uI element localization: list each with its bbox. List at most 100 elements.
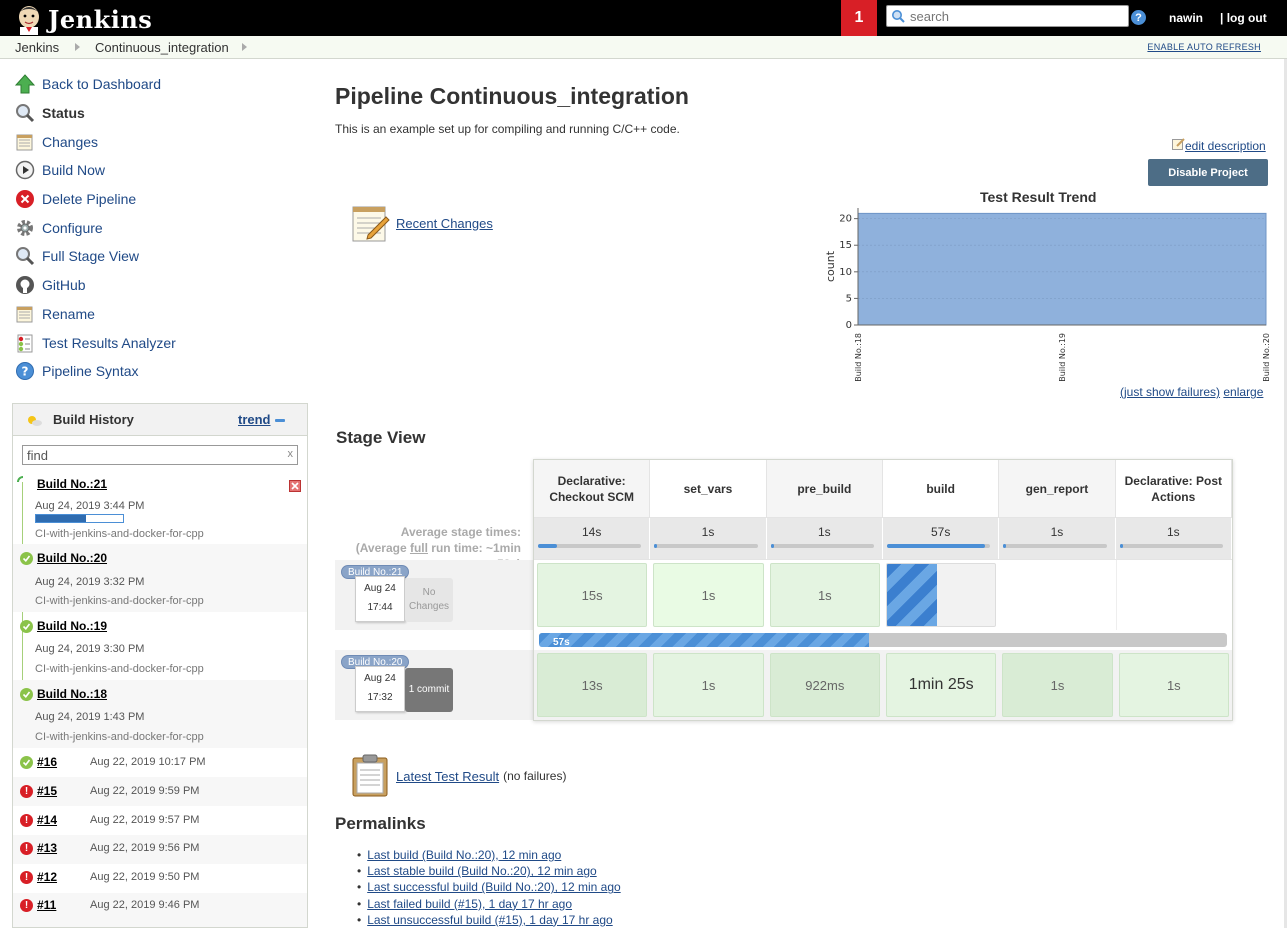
task-changes[interactable]: Changes	[14, 127, 304, 156]
permalink-last-unsuccessful[interactable]: Last unsuccessful build (#15), 1 day 17 …	[367, 913, 612, 927]
avg-time-cell: 1s	[767, 518, 883, 559]
build-link[interactable]: #15	[37, 784, 57, 798]
stage-cell[interactable]: 1s	[650, 560, 766, 630]
build-link[interactable]: Build No.:18	[37, 687, 107, 701]
success-icon	[20, 688, 33, 701]
enlarge-link[interactable]: enlarge	[1223, 385, 1263, 399]
latest-test-result-link[interactable]: Latest Test Result	[396, 769, 499, 784]
task-label[interactable]: Build Now	[42, 162, 105, 178]
stage-cell[interactable]: 922ms	[767, 650, 883, 720]
task-label[interactable]: Delete Pipeline	[42, 191, 136, 207]
breadcrumb-job[interactable]: Continuous_integration	[95, 40, 229, 55]
edit-description-link[interactable]: edit description	[1185, 139, 1266, 153]
run-date: Aug 24 17:44	[355, 576, 405, 622]
task-configure[interactable]: Configure	[14, 213, 304, 242]
permalink-last-successful[interactable]: Last successful build (Build No.:20), 12…	[367, 880, 620, 894]
stage-header: build	[883, 460, 1000, 517]
task-label[interactable]: Changes	[42, 134, 98, 150]
task-back-to-dashboard[interactable]: Back to Dashboard	[14, 70, 304, 99]
stage-cell[interactable]: 1s	[650, 650, 766, 720]
task-label[interactable]: Status	[42, 105, 85, 121]
task-full-stage-view[interactable]: Full Stage View	[14, 242, 304, 271]
build-link[interactable]: Build No.:20	[37, 551, 107, 565]
build-link[interactable]: Build No.:19	[37, 619, 107, 633]
chart-y-tick-label: 10	[839, 267, 852, 278]
run-summary-21[interactable]: Build No.:21 Aug 24 17:44 No Changes	[335, 560, 533, 630]
permalink-item: Last stable build (Build No.:20), 12 min…	[357, 863, 621, 879]
chart-title: Test Result Trend	[980, 189, 1097, 205]
notepad-icon	[14, 303, 36, 325]
user-link[interactable]: nawin	[1169, 11, 1203, 25]
task-label[interactable]: GitHub	[42, 277, 86, 293]
help-icon[interactable]: ?	[1131, 10, 1146, 25]
task-pipeline-syntax[interactable]: ? Pipeline Syntax	[14, 357, 304, 386]
latest-test-result: Latest Test Result (no failures)	[350, 754, 566, 798]
permalink-last-failed[interactable]: Last failed build (#15), 1 day 17 hr ago	[367, 897, 572, 911]
build-filter-input[interactable]	[23, 446, 278, 464]
notification-badge[interactable]: 1	[841, 0, 877, 36]
stage-header: gen_report	[999, 460, 1116, 517]
avg-time: 57s	[930, 525, 951, 539]
failure-icon: !	[20, 842, 33, 855]
task-label[interactable]: Rename	[42, 306, 95, 322]
run-summary-20[interactable]: Build No.:20 Aug 24 17:32 1 commit	[335, 650, 533, 720]
jenkins-logo[interactable]: Jenkins	[14, 2, 152, 36]
avg-run-full: full	[409, 541, 428, 555]
breadcrumb-chevron-icon[interactable]	[242, 43, 247, 51]
stage-cell[interactable]: 15s	[534, 560, 650, 630]
task-status[interactable]: Status	[14, 99, 304, 128]
stage-duration: 1min 25s	[885, 653, 997, 717]
search-input[interactable]	[908, 7, 1123, 25]
build-link[interactable]: #14	[37, 813, 57, 827]
stage-duration: 1s	[653, 563, 764, 627]
run-date-time: 17:44	[367, 602, 393, 613]
breadcrumb-chevron-icon[interactable]	[75, 43, 80, 51]
build-link[interactable]: #16	[37, 755, 57, 769]
stage-cell[interactable]: 1min 25s	[883, 650, 999, 720]
permalink-last-build[interactable]: Last build (Build No.:20), 12 min ago	[367, 848, 561, 862]
build-row-11: ! #11 Aug 22, 2019 9:46 PM	[13, 893, 307, 927]
run-changes[interactable]: 1 commit	[405, 668, 453, 712]
task-label[interactable]: Configure	[42, 220, 103, 236]
task-label[interactable]: Back to Dashboard	[42, 76, 161, 92]
task-label[interactable]: Test Results Analyzer	[42, 335, 176, 351]
avg-time-cell: 1s	[1116, 518, 1232, 559]
task-github[interactable]: GitHub	[14, 271, 304, 300]
build-row-16: #16 Aug 22, 2019 10:17 PM	[13, 748, 307, 777]
stage-cell[interactable]: 13s	[534, 650, 650, 720]
stage-cell[interactable]: 1s	[767, 560, 883, 630]
task-label[interactable]: Full Stage View	[42, 248, 139, 264]
breadcrumb-jenkins[interactable]: Jenkins	[15, 40, 59, 55]
build-link[interactable]: #13	[37, 841, 57, 855]
stage-cell[interactable]: 1s	[1116, 650, 1232, 720]
build-link[interactable]: #12	[37, 870, 57, 884]
search-box[interactable]	[886, 5, 1129, 27]
disable-project-button[interactable]: Disable Project	[1148, 159, 1268, 186]
task-rename[interactable]: Rename	[14, 300, 304, 329]
avg-bar-fill	[886, 544, 986, 548]
page-title: Pipeline Continuous_integration	[335, 83, 689, 109]
abort-build-icon[interactable]	[289, 480, 301, 492]
just-show-failures-link[interactable]: (just show failures)	[1120, 385, 1220, 399]
magnifier-icon	[14, 102, 36, 124]
build-link[interactable]: Build No.:21	[37, 477, 107, 491]
collapse-icon[interactable]	[275, 419, 285, 422]
build-date: Aug 22, 2019 9:56 PM	[90, 842, 200, 854]
recent-changes-link[interactable]: Recent Changes	[396, 216, 493, 231]
task-test-results-analyzer[interactable]: Test Results Analyzer	[14, 328, 304, 357]
run-progress-fill	[539, 633, 870, 647]
build-link[interactable]: #11	[37, 898, 56, 912]
task-build-now[interactable]: Build Now	[14, 156, 304, 185]
task-label[interactable]: Pipeline Syntax	[42, 363, 139, 379]
permalink-last-stable[interactable]: Last stable build (Build No.:20), 12 min…	[367, 864, 596, 878]
chart-x-tick-label: Build No.:19	[1058, 333, 1067, 382]
build-row-12: ! #12 Aug 22, 2019 9:50 PM	[13, 864, 307, 893]
task-delete-pipeline[interactable]: Delete Pipeline	[14, 185, 304, 214]
trend-link[interactable]: trend	[238, 412, 271, 427]
clear-filter-icon[interactable]: x	[288, 448, 294, 460]
stage-cell-running[interactable]	[883, 560, 999, 630]
logout-link[interactable]: log out	[1227, 11, 1267, 25]
enable-auto-refresh-link[interactable]: ENABLE AUTO REFRESH	[1147, 42, 1261, 52]
stage-cell[interactable]: 1s	[999, 650, 1115, 720]
avg-bar-fill	[770, 544, 774, 548]
